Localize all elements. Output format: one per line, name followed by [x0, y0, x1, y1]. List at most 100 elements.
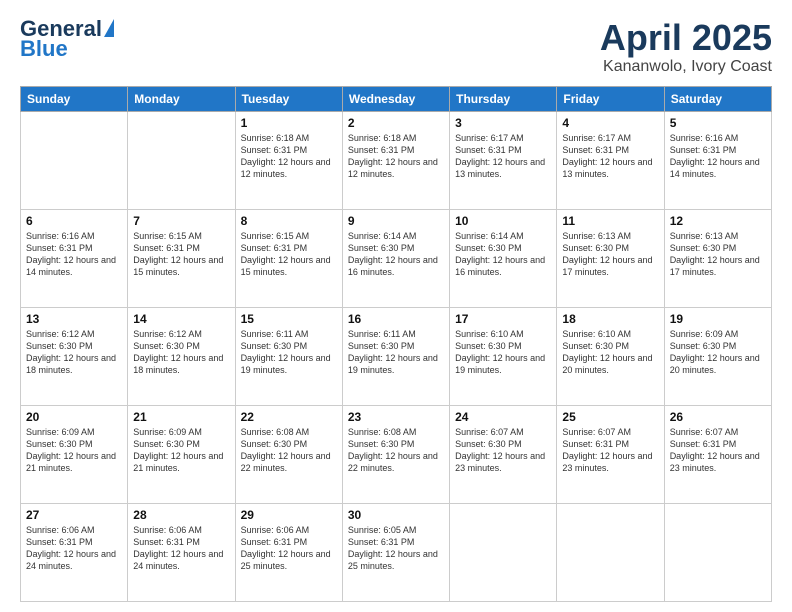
- sunset-text: Sunset: 6:31 PM: [241, 145, 308, 155]
- cell-info: Sunrise: 6:15 AM Sunset: 6:31 PM Dayligh…: [133, 230, 229, 279]
- sunset-text: Sunset: 6:30 PM: [26, 439, 93, 449]
- cell-info: Sunrise: 6:06 AM Sunset: 6:31 PM Dayligh…: [133, 524, 229, 573]
- logo-triangle-icon: [104, 19, 114, 37]
- table-row: 13 Sunrise: 6:12 AM Sunset: 6:30 PM Dayl…: [21, 307, 128, 405]
- sunrise-text: Sunrise: 6:13 AM: [670, 231, 739, 241]
- title-block: April 2025 Kananwolo, Ivory Coast: [600, 18, 772, 76]
- sunset-text: Sunset: 6:31 PM: [348, 537, 415, 547]
- sunset-text: Sunset: 6:30 PM: [348, 439, 415, 449]
- sunrise-text: Sunrise: 6:17 AM: [562, 133, 631, 143]
- sunrise-text: Sunrise: 6:09 AM: [670, 329, 739, 339]
- table-row: 4 Sunrise: 6:17 AM Sunset: 6:31 PM Dayli…: [557, 111, 664, 209]
- header: General Blue April 2025 Kananwolo, Ivory…: [20, 18, 772, 76]
- day-number: 3: [455, 116, 551, 130]
- daylight-text: Daylight: 12 hours and 18 minutes.: [26, 353, 116, 375]
- sunrise-text: Sunrise: 6:09 AM: [26, 427, 95, 437]
- table-row: 8 Sunrise: 6:15 AM Sunset: 6:31 PM Dayli…: [235, 209, 342, 307]
- sunrise-text: Sunrise: 6:18 AM: [348, 133, 417, 143]
- daylight-text: Daylight: 12 hours and 22 minutes.: [348, 451, 438, 473]
- day-number: 23: [348, 410, 444, 424]
- table-row: 3 Sunrise: 6:17 AM Sunset: 6:31 PM Dayli…: [450, 111, 557, 209]
- sunrise-text: Sunrise: 6:09 AM: [133, 427, 202, 437]
- sunset-text: Sunset: 6:31 PM: [133, 537, 200, 547]
- day-number: 5: [670, 116, 766, 130]
- calendar-week-row: 13 Sunrise: 6:12 AM Sunset: 6:30 PM Dayl…: [21, 307, 772, 405]
- sunset-text: Sunset: 6:30 PM: [241, 341, 308, 351]
- cell-info: Sunrise: 6:15 AM Sunset: 6:31 PM Dayligh…: [241, 230, 337, 279]
- table-row: 14 Sunrise: 6:12 AM Sunset: 6:30 PM Dayl…: [128, 307, 235, 405]
- cell-info: Sunrise: 6:07 AM Sunset: 6:30 PM Dayligh…: [455, 426, 551, 475]
- daylight-text: Daylight: 12 hours and 12 minutes.: [241, 157, 331, 179]
- col-saturday: Saturday: [664, 86, 771, 111]
- col-monday: Monday: [128, 86, 235, 111]
- daylight-text: Daylight: 12 hours and 16 minutes.: [348, 255, 438, 277]
- cell-info: Sunrise: 6:10 AM Sunset: 6:30 PM Dayligh…: [562, 328, 658, 377]
- sunrise-text: Sunrise: 6:16 AM: [26, 231, 95, 241]
- cell-info: Sunrise: 6:13 AM Sunset: 6:30 PM Dayligh…: [562, 230, 658, 279]
- col-wednesday: Wednesday: [342, 86, 449, 111]
- sunrise-text: Sunrise: 6:15 AM: [133, 231, 202, 241]
- logo-blue: Blue: [20, 36, 68, 62]
- day-number: 13: [26, 312, 122, 326]
- sunrise-text: Sunrise: 6:11 AM: [241, 329, 309, 339]
- sunrise-text: Sunrise: 6:10 AM: [562, 329, 631, 339]
- sunrise-text: Sunrise: 6:08 AM: [241, 427, 310, 437]
- table-row: 25 Sunrise: 6:07 AM Sunset: 6:31 PM Dayl…: [557, 405, 664, 503]
- calendar-week-row: 27 Sunrise: 6:06 AM Sunset: 6:31 PM Dayl…: [21, 503, 772, 601]
- sunrise-text: Sunrise: 6:13 AM: [562, 231, 631, 241]
- table-row: 24 Sunrise: 6:07 AM Sunset: 6:30 PM Dayl…: [450, 405, 557, 503]
- col-sunday: Sunday: [21, 86, 128, 111]
- daylight-text: Daylight: 12 hours and 14 minutes.: [670, 157, 760, 179]
- cell-info: Sunrise: 6:12 AM Sunset: 6:30 PM Dayligh…: [26, 328, 122, 377]
- calendar-table: Sunday Monday Tuesday Wednesday Thursday…: [20, 86, 772, 602]
- day-number: 2: [348, 116, 444, 130]
- table-row: 18 Sunrise: 6:10 AM Sunset: 6:30 PM Dayl…: [557, 307, 664, 405]
- sunrise-text: Sunrise: 6:18 AM: [241, 133, 310, 143]
- sunset-text: Sunset: 6:30 PM: [348, 341, 415, 351]
- cell-info: Sunrise: 6:06 AM Sunset: 6:31 PM Dayligh…: [26, 524, 122, 573]
- table-row: 1 Sunrise: 6:18 AM Sunset: 6:31 PM Dayli…: [235, 111, 342, 209]
- table-row: 22 Sunrise: 6:08 AM Sunset: 6:30 PM Dayl…: [235, 405, 342, 503]
- table-row: [128, 111, 235, 209]
- sunset-text: Sunset: 6:30 PM: [670, 341, 737, 351]
- daylight-text: Daylight: 12 hours and 23 minutes.: [670, 451, 760, 473]
- sunset-text: Sunset: 6:31 PM: [670, 145, 737, 155]
- table-row: 30 Sunrise: 6:05 AM Sunset: 6:31 PM Dayl…: [342, 503, 449, 601]
- cell-info: Sunrise: 6:12 AM Sunset: 6:30 PM Dayligh…: [133, 328, 229, 377]
- daylight-text: Daylight: 12 hours and 14 minutes.: [26, 255, 116, 277]
- day-number: 6: [26, 214, 122, 228]
- sunrise-text: Sunrise: 6:11 AM: [348, 329, 416, 339]
- day-number: 4: [562, 116, 658, 130]
- daylight-text: Daylight: 12 hours and 12 minutes.: [348, 157, 438, 179]
- daylight-text: Daylight: 12 hours and 25 minutes.: [348, 549, 438, 571]
- sunset-text: Sunset: 6:30 PM: [455, 243, 522, 253]
- cell-info: Sunrise: 6:09 AM Sunset: 6:30 PM Dayligh…: [26, 426, 122, 475]
- sunset-text: Sunset: 6:31 PM: [241, 243, 308, 253]
- calendar-week-row: 1 Sunrise: 6:18 AM Sunset: 6:31 PM Dayli…: [21, 111, 772, 209]
- sunset-text: Sunset: 6:31 PM: [26, 243, 93, 253]
- day-number: 10: [455, 214, 551, 228]
- day-number: 29: [241, 508, 337, 522]
- table-row: 9 Sunrise: 6:14 AM Sunset: 6:30 PM Dayli…: [342, 209, 449, 307]
- table-row: [21, 111, 128, 209]
- cell-info: Sunrise: 6:18 AM Sunset: 6:31 PM Dayligh…: [348, 132, 444, 181]
- cell-info: Sunrise: 6:09 AM Sunset: 6:30 PM Dayligh…: [133, 426, 229, 475]
- day-number: 7: [133, 214, 229, 228]
- table-row: 26 Sunrise: 6:07 AM Sunset: 6:31 PM Dayl…: [664, 405, 771, 503]
- sunrise-text: Sunrise: 6:10 AM: [455, 329, 524, 339]
- table-row: 29 Sunrise: 6:06 AM Sunset: 6:31 PM Dayl…: [235, 503, 342, 601]
- sunset-text: Sunset: 6:30 PM: [562, 243, 629, 253]
- day-number: 11: [562, 214, 658, 228]
- sunrise-text: Sunrise: 6:14 AM: [455, 231, 524, 241]
- sunrise-text: Sunrise: 6:15 AM: [241, 231, 310, 241]
- day-number: 8: [241, 214, 337, 228]
- table-row: 11 Sunrise: 6:13 AM Sunset: 6:30 PM Dayl…: [557, 209, 664, 307]
- sunset-text: Sunset: 6:30 PM: [455, 341, 522, 351]
- sunset-text: Sunset: 6:31 PM: [562, 145, 629, 155]
- cell-info: Sunrise: 6:08 AM Sunset: 6:30 PM Dayligh…: [241, 426, 337, 475]
- cell-info: Sunrise: 6:05 AM Sunset: 6:31 PM Dayligh…: [348, 524, 444, 573]
- table-row: 5 Sunrise: 6:16 AM Sunset: 6:31 PM Dayli…: [664, 111, 771, 209]
- sunset-text: Sunset: 6:30 PM: [455, 439, 522, 449]
- day-number: 24: [455, 410, 551, 424]
- daylight-text: Daylight: 12 hours and 16 minutes.: [455, 255, 545, 277]
